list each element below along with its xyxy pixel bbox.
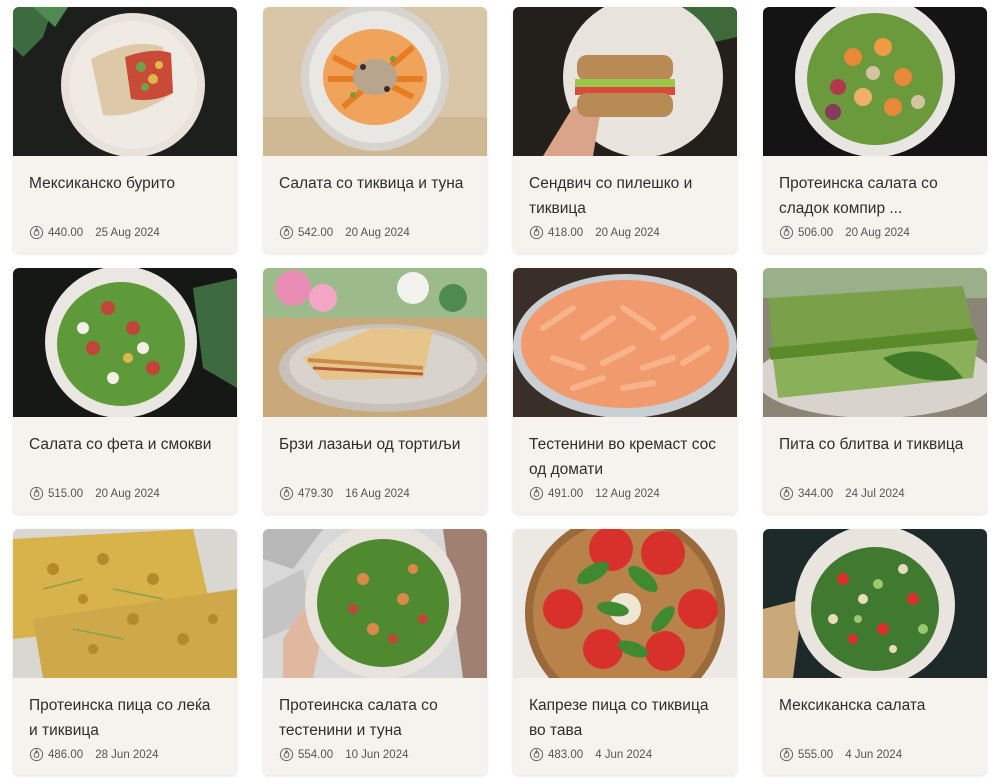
recipe-meta: 491.00 12 Aug 2024 bbox=[529, 486, 727, 501]
flame-icon bbox=[529, 747, 544, 762]
recipe-meta: 418.00 20 Aug 2024 bbox=[529, 225, 727, 240]
recipe-date: 16 Aug 2024 bbox=[345, 487, 410, 500]
recipe-date: 4 Jun 2024 bbox=[595, 748, 653, 761]
burrito-photo[interactable] bbox=[13, 7, 237, 156]
recipe-calories: 483.00 bbox=[548, 748, 584, 761]
recipe-meta: 483.00 4 Jun 2024 bbox=[529, 747, 727, 762]
recipe-card[interactable]: Протеинска пица со леќа и тиквица 486.00… bbox=[13, 529, 237, 775]
recipe-date: 20 Aug 2024 bbox=[845, 226, 910, 239]
chicken-sandwich-photo[interactable] bbox=[513, 7, 737, 156]
recipe-date: 24 Jul 2024 bbox=[845, 487, 905, 500]
recipe-meta: 479.30 16 Aug 2024 bbox=[279, 486, 477, 501]
flame-icon bbox=[779, 747, 794, 762]
recipe-calories: 554.00 bbox=[298, 748, 334, 761]
recipe-card[interactable]: Пита со блитва и тиквица 344.00 24 Jul 2… bbox=[763, 268, 987, 514]
recipe-calories: 515.00 bbox=[48, 487, 84, 500]
recipe-card[interactable]: Салата со тиквица и туна 542.00 20 Aug 2… bbox=[263, 7, 487, 253]
recipe-card[interactable]: Мексиканска салата 555.00 4 Jun 2024 bbox=[763, 529, 987, 775]
recipe-title[interactable]: Капрезе пица со тиквица во тава bbox=[529, 693, 723, 743]
recipe-calories: 555.00 bbox=[798, 748, 834, 761]
recipe-title[interactable]: Салата со тиквица и туна bbox=[279, 171, 473, 196]
flame-icon bbox=[29, 486, 44, 501]
recipe-calories: 542.00 bbox=[298, 226, 334, 239]
recipe-calories: 486.00 bbox=[48, 748, 84, 761]
recipe-title[interactable]: Сендвич со пилешко и тиквица bbox=[529, 171, 723, 221]
recipe-grid: Мексиканско бурито 440.00 25 Aug 2024 Са… bbox=[0, 0, 1000, 783]
caprese-pizza-photo[interactable] bbox=[513, 529, 737, 678]
recipe-card[interactable]: Тестенини во кремаст сос од домати 491.0… bbox=[513, 268, 737, 514]
recipe-card[interactable]: Протеинска салата со тестенини и туна 55… bbox=[263, 529, 487, 775]
pasta-tuna-salad-photo[interactable] bbox=[263, 529, 487, 678]
recipe-meta: 486.00 28 Jun 2024 bbox=[29, 747, 227, 762]
recipe-calories: 506.00 bbox=[798, 226, 834, 239]
recipe-title[interactable]: Тестенини во кремаст сос од домати bbox=[529, 432, 723, 482]
recipe-title[interactable]: Протеинска салата со сладок компир ... bbox=[779, 171, 973, 221]
recipe-calories: 344.00 bbox=[798, 487, 834, 500]
recipe-card[interactable]: Брзи лазањи од тортиљи 479.30 16 Aug 202… bbox=[263, 268, 487, 514]
flame-icon bbox=[779, 486, 794, 501]
feta-fig-salad-photo[interactable] bbox=[13, 268, 237, 417]
zucchini-tuna-salad-photo[interactable] bbox=[263, 7, 487, 156]
mexican-salad-photo[interactable] bbox=[763, 529, 987, 678]
flame-icon bbox=[279, 486, 294, 501]
recipe-calories: 479.30 bbox=[298, 487, 334, 500]
recipe-calories: 418.00 bbox=[548, 226, 584, 239]
recipe-date: 20 Aug 2024 bbox=[95, 487, 160, 500]
lentil-pizza-photo[interactable] bbox=[13, 529, 237, 678]
recipe-title[interactable]: Мексиканско бурито bbox=[29, 171, 223, 196]
flame-icon bbox=[529, 225, 544, 240]
flame-icon bbox=[529, 486, 544, 501]
flame-icon bbox=[279, 747, 294, 762]
recipe-title[interactable]: Протеинска пица со леќа и тиквица bbox=[29, 693, 223, 743]
recipe-title[interactable]: Мексиканска салата bbox=[779, 693, 973, 718]
flame-icon bbox=[29, 747, 44, 762]
tortilla-lasagna-photo[interactable] bbox=[263, 268, 487, 417]
recipe-card[interactable]: Салата со фета и смокви 515.00 20 Aug 20… bbox=[13, 268, 237, 514]
recipe-date: 12 Aug 2024 bbox=[595, 487, 660, 500]
recipe-meta: 515.00 20 Aug 2024 bbox=[29, 486, 227, 501]
recipe-meta: 554.00 10 Jun 2024 bbox=[279, 747, 477, 762]
chard-pie-photo[interactable] bbox=[763, 268, 987, 417]
flame-icon bbox=[779, 225, 794, 240]
recipe-meta: 344.00 24 Jul 2024 bbox=[779, 486, 977, 501]
recipe-meta: 440.00 25 Aug 2024 bbox=[29, 225, 227, 240]
recipe-card[interactable]: Капрезе пица со тиквица во тава 483.00 4… bbox=[513, 529, 737, 775]
flame-icon bbox=[279, 225, 294, 240]
recipe-date: 25 Aug 2024 bbox=[95, 226, 160, 239]
recipe-date: 20 Aug 2024 bbox=[595, 226, 660, 239]
recipe-card[interactable]: Мексиканско бурито 440.00 25 Aug 2024 bbox=[13, 7, 237, 253]
flame-icon bbox=[29, 225, 44, 240]
recipe-title[interactable]: Брзи лазањи од тортиљи bbox=[279, 432, 473, 457]
recipe-calories: 491.00 bbox=[548, 487, 584, 500]
recipe-card[interactable]: Сендвич со пилешко и тиквица 418.00 20 A… bbox=[513, 7, 737, 253]
sweet-potato-salad-photo[interactable] bbox=[763, 7, 987, 156]
recipe-meta: 542.00 20 Aug 2024 bbox=[279, 225, 477, 240]
recipe-card[interactable]: Протеинска салата со сладок компир ... 5… bbox=[763, 7, 987, 253]
recipe-date: 4 Jun 2024 bbox=[845, 748, 903, 761]
recipe-title[interactable]: Пита со блитва и тиквица bbox=[779, 432, 973, 457]
recipe-date: 20 Aug 2024 bbox=[345, 226, 410, 239]
recipe-date: 28 Jun 2024 bbox=[95, 748, 159, 761]
recipe-title[interactable]: Протеинска салата со тестенини и туна bbox=[279, 693, 473, 743]
recipe-date: 10 Jun 2024 bbox=[345, 748, 409, 761]
recipe-meta: 555.00 4 Jun 2024 bbox=[779, 747, 977, 762]
recipe-title[interactable]: Салата со фета и смокви bbox=[29, 432, 223, 457]
recipe-meta: 506.00 20 Aug 2024 bbox=[779, 225, 977, 240]
penne-tomato-photo[interactable] bbox=[513, 268, 737, 417]
recipe-calories: 440.00 bbox=[48, 226, 84, 239]
